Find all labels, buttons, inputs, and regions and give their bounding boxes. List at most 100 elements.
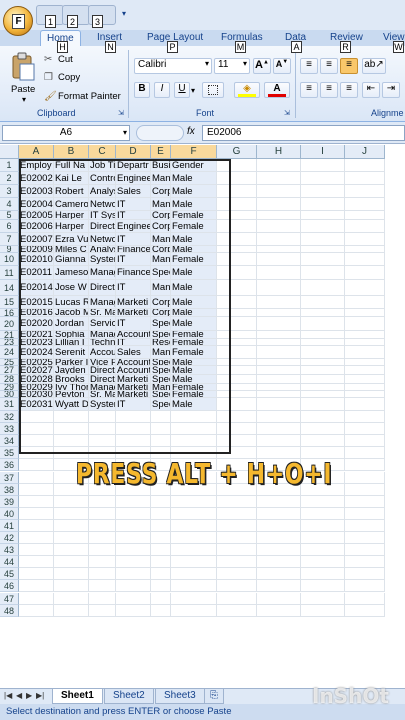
row-header[interactable]: 14 xyxy=(0,280,19,296)
cell[interactable] xyxy=(257,172,301,185)
cell[interactable] xyxy=(301,423,345,436)
cell[interactable] xyxy=(19,495,54,508)
cell[interactable]: Manage xyxy=(89,296,116,309)
cell[interactable] xyxy=(116,423,151,436)
cell[interactable] xyxy=(89,411,116,424)
cell[interactable]: Male xyxy=(171,172,217,185)
cell[interactable]: E02023 xyxy=(19,339,54,346)
cell[interactable] xyxy=(345,172,385,185)
cell[interactable] xyxy=(257,507,301,520)
cell[interactable]: Man xyxy=(151,280,171,296)
row-header[interactable]: 35 xyxy=(0,447,19,460)
cell[interactable] xyxy=(19,556,54,569)
cell[interactable]: Controls xyxy=(89,172,116,185)
cell[interactable] xyxy=(171,519,217,532)
cell[interactable] xyxy=(301,296,345,309)
cell[interactable]: IT xyxy=(116,398,151,411)
format-painter-button[interactable]: Format Painter xyxy=(58,91,121,102)
row-header[interactable]: 38 xyxy=(0,483,19,496)
cell[interactable]: E02029 xyxy=(19,384,54,391)
cell[interactable] xyxy=(257,398,301,411)
cell[interactable] xyxy=(217,580,257,593)
copy-button[interactable]: Copy xyxy=(58,72,80,83)
cell[interactable] xyxy=(345,580,385,593)
row-header[interactable]: 10 xyxy=(0,253,19,266)
cell[interactable] xyxy=(345,280,385,296)
cell[interactable]: Spec xyxy=(151,266,171,280)
cell[interactable] xyxy=(301,519,345,532)
cell[interactable] xyxy=(217,423,257,436)
cell[interactable] xyxy=(89,435,116,448)
cell[interactable]: Male xyxy=(171,296,217,309)
cell[interactable]: IT xyxy=(116,198,151,211)
row-header[interactable]: 4 xyxy=(0,198,19,211)
cell[interactable]: Man xyxy=(151,233,171,246)
cell[interactable]: E02027 xyxy=(19,366,54,375)
cell[interactable]: System A xyxy=(89,253,116,266)
align-center-button[interactable]: ≡ xyxy=(320,82,338,98)
cell[interactable] xyxy=(345,507,385,520)
cell[interactable]: E02005 xyxy=(19,211,54,220)
clipboard-launcher-icon[interactable]: ⇲ xyxy=(118,109,124,117)
column-header-e[interactable]: E xyxy=(151,145,171,159)
cell[interactable] xyxy=(257,384,301,391)
cell[interactable] xyxy=(345,447,385,460)
cell[interactable] xyxy=(301,359,345,366)
cell[interactable] xyxy=(345,435,385,448)
row-header[interactable]: 37 xyxy=(0,471,19,484)
cell[interactable] xyxy=(345,592,385,605)
cell[interactable] xyxy=(217,246,257,253)
cell[interactable] xyxy=(345,220,385,233)
row-header[interactable]: 9 xyxy=(0,246,19,253)
cell[interactable] xyxy=(116,556,151,569)
cell[interactable] xyxy=(116,580,151,593)
cell[interactable]: Manage xyxy=(89,266,116,280)
cell[interactable] xyxy=(301,398,345,411)
row-header[interactable]: 7 xyxy=(0,233,19,246)
cell[interactable]: E02024 xyxy=(19,346,54,359)
cell[interactable] xyxy=(257,544,301,557)
cell[interactable] xyxy=(171,507,217,520)
cell[interactable] xyxy=(89,495,116,508)
cell[interactable] xyxy=(171,495,217,508)
cell[interactable] xyxy=(151,507,171,520)
cell[interactable] xyxy=(257,280,301,296)
cell[interactable] xyxy=(171,580,217,593)
cell[interactable] xyxy=(301,580,345,593)
cell[interactable]: Spec xyxy=(151,398,171,411)
column-header-i[interactable]: I xyxy=(301,145,345,159)
cell[interactable]: Spec xyxy=(151,317,171,331)
cell[interactable] xyxy=(116,519,151,532)
cell[interactable] xyxy=(217,253,257,266)
increase-indent-button[interactable]: ⇥ xyxy=(382,82,400,98)
qat-customize-icon[interactable]: ▾ xyxy=(122,9,126,18)
cell[interactable] xyxy=(19,423,54,436)
cell[interactable] xyxy=(345,359,385,366)
cell[interactable] xyxy=(151,556,171,569)
underline-dropdown-icon[interactable]: ▾ xyxy=(191,86,195,95)
cell[interactable] xyxy=(19,471,54,484)
cell[interactable]: E02002 xyxy=(19,172,54,185)
cell[interactable] xyxy=(301,211,345,220)
cell[interactable] xyxy=(257,556,301,569)
row-header[interactable]: 31 xyxy=(0,398,19,411)
cell[interactable]: Analyst I xyxy=(89,246,116,253)
grow-font-button[interactable]: A▲ xyxy=(253,58,271,74)
cell[interactable] xyxy=(217,339,257,346)
cell[interactable] xyxy=(217,198,257,211)
cell[interactable] xyxy=(257,580,301,593)
select-all-corner[interactable] xyxy=(0,145,19,159)
row-header[interactable]: 24 xyxy=(0,346,19,359)
cell[interactable] xyxy=(257,519,301,532)
cell[interactable] xyxy=(116,604,151,617)
cell[interactable]: Account xyxy=(116,331,151,339)
row-header[interactable]: 39 xyxy=(0,495,19,508)
cell[interactable] xyxy=(217,592,257,605)
cell[interactable]: Rese xyxy=(151,339,171,346)
cell[interactable] xyxy=(345,185,385,198)
decrease-indent-button[interactable]: ⇤ xyxy=(362,82,380,98)
cell[interactable] xyxy=(116,568,151,581)
cell[interactable] xyxy=(345,159,385,172)
cell[interactable] xyxy=(301,568,345,581)
prev-sheet-icon[interactable]: ◀ xyxy=(16,691,22,700)
